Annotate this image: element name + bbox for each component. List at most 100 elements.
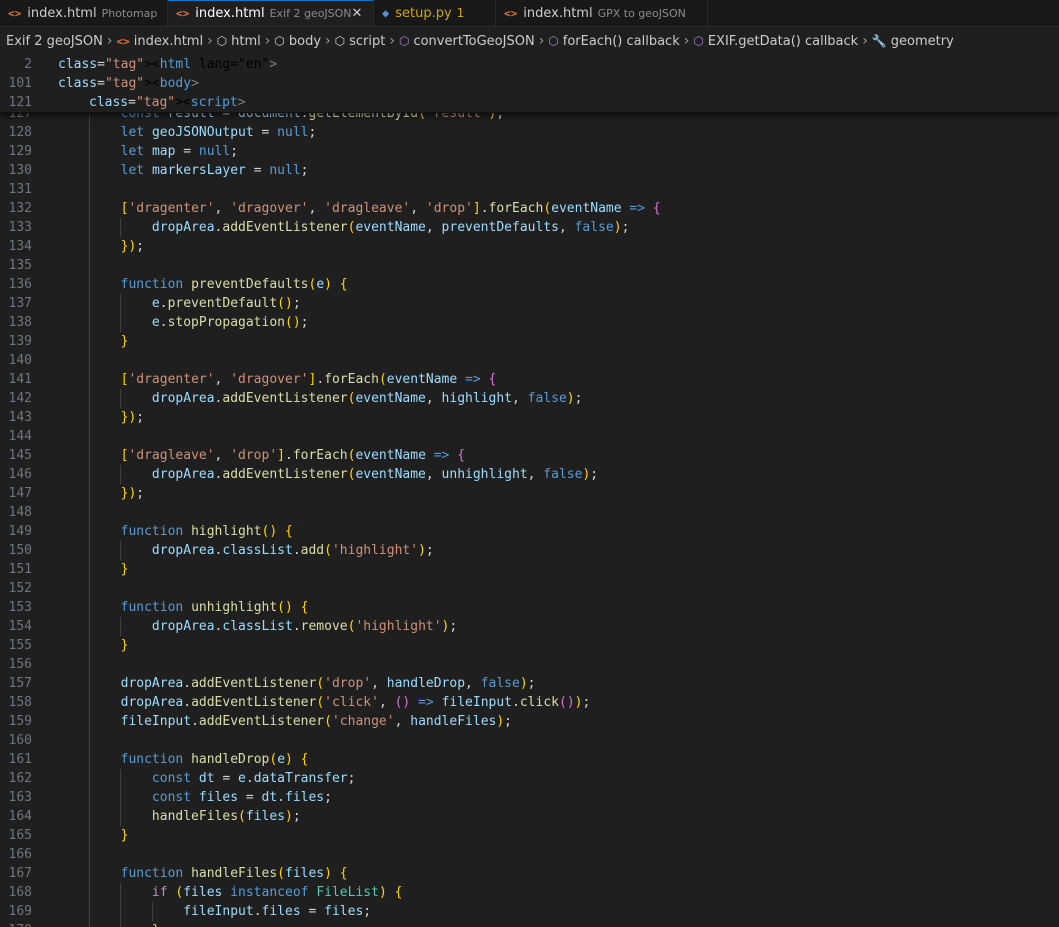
code-line[interactable]: 150 dropArea.classList.add('highlight');	[0, 541, 1059, 560]
code-line[interactable]: 127 const result = document.getElementBy…	[0, 113, 1059, 123]
code-line[interactable]: 129 let map = null;	[0, 142, 1059, 161]
indent-guide	[89, 113, 91, 123]
breadcrumb-callback[interactable]: ⬡ forEach() callback	[548, 34, 679, 49]
line-number: 149	[8, 524, 32, 539]
code-editor[interactable]: 2 class="tag"><html lang="en"> 101 class…	[0, 55, 1059, 927]
code-line[interactable]: 132 ['dragenter', 'dragover', 'dragleave…	[0, 199, 1059, 218]
html-file-icon: <>	[176, 7, 190, 20]
code-line[interactable]: 154 dropArea.classList.remove('highlight…	[0, 617, 1059, 636]
code-text: handleFiles(files);	[58, 807, 301, 826]
line-number: 148	[8, 505, 32, 520]
code-line[interactable]: 157 dropArea.addEventListener('drop', ha…	[0, 674, 1059, 693]
code-line[interactable]: 147 });	[0, 484, 1059, 503]
line-number: 147	[8, 486, 32, 501]
code-line[interactable]: 158 dropArea.addEventListener('click', (…	[0, 693, 1059, 712]
code-line[interactable]: 143 });	[0, 408, 1059, 427]
code-line[interactable]: 133 dropArea.addEventListener(eventName,…	[0, 218, 1059, 237]
code-line[interactable]: 142 dropArea.addEventListener(eventName,…	[0, 389, 1059, 408]
code-line[interactable]: 131	[0, 180, 1059, 199]
indent-guide	[89, 313, 91, 332]
tab-description: Photomap	[101, 6, 158, 20]
breadcrumb-folder[interactable]: Exif 2 geoJSON	[6, 34, 103, 49]
code-line[interactable]: 136 function preventDefaults(e) {	[0, 275, 1059, 294]
sticky-scroll[interactable]: 2 class="tag"><html lang="en"> 101 class…	[0, 55, 1059, 113]
code-line[interactable]: 153 function unhighlight() {	[0, 598, 1059, 617]
breadcrumb-function[interactable]: ⬡ convertToGeoJSON	[399, 34, 535, 49]
sticky-line[interactable]: 121 class="tag"><script>	[0, 93, 1059, 112]
indent-guide	[120, 883, 122, 902]
tab-index-html-photomap[interactable]: <> index.html Photomap	[0, 0, 168, 26]
code-line[interactable]: 139 }	[0, 332, 1059, 351]
code-line[interactable]: 156	[0, 655, 1059, 674]
tab-index-html-gpx-to-geojson[interactable]: <> index.html GPX to geoJSON	[496, 0, 708, 26]
close-icon[interactable]: ✕	[352, 6, 363, 21]
breadcrumb-geometry[interactable]: 🔧 geometry	[872, 34, 954, 49]
indent-guide	[120, 313, 122, 332]
line-number: 2	[24, 57, 32, 72]
indent-guide	[89, 579, 91, 598]
code-line[interactable]: 141 ['dragenter', 'dragover'].forEach(ev…	[0, 370, 1059, 389]
code-line[interactable]: 165 }	[0, 826, 1059, 845]
indent-guide	[89, 845, 91, 864]
chevron-right-icon: ›	[389, 33, 395, 49]
code-line[interactable]: 149 function highlight() {	[0, 522, 1059, 541]
code-line[interactable]: 166	[0, 845, 1059, 864]
code-line[interactable]: 167 function handleFiles(files) {	[0, 864, 1059, 883]
code-line[interactable]: 137 e.preventDefault();	[0, 294, 1059, 313]
code-line[interactable]: 163 const files = dt.files;	[0, 788, 1059, 807]
code-line[interactable]: 161 function handleDrop(e) {	[0, 750, 1059, 769]
line-number: 165	[8, 828, 32, 843]
indent-guide	[89, 427, 91, 446]
code-line[interactable]: 151 }	[0, 560, 1059, 579]
wrench-icon: 🔧	[871, 34, 887, 48]
line-number: 145	[8, 448, 32, 463]
code-line[interactable]: 144	[0, 427, 1059, 446]
code-text: e.preventDefault();	[58, 294, 301, 313]
indent-guide	[89, 712, 91, 731]
code-line[interactable]: 152	[0, 579, 1059, 598]
code-line[interactable]: 170 }	[0, 921, 1059, 927]
breadcrumb-script[interactable]: ⬡ script	[335, 34, 386, 49]
sticky-line[interactable]: 2 class="tag"><html lang="en">	[0, 55, 1059, 74]
code-line[interactable]: 155 }	[0, 636, 1059, 655]
sticky-code: class="tag"><script>	[89, 95, 246, 110]
line-number: 151	[8, 562, 32, 577]
breadcrumb-body[interactable]: ⬡ body	[274, 34, 321, 49]
code-line[interactable]: 134 });	[0, 237, 1059, 256]
code-line[interactable]: 162 const dt = e.dataTransfer;	[0, 769, 1059, 788]
code-line[interactable]: 148	[0, 503, 1059, 522]
code-line[interactable]: 145 ['dragleave', 'drop'].forEach(eventN…	[0, 446, 1059, 465]
code-line[interactable]: 164 handleFiles(files);	[0, 807, 1059, 826]
element-icon: ⬡	[274, 34, 285, 48]
code-line[interactable]: 138 e.stopPropagation();	[0, 313, 1059, 332]
code-text: fileInput.addEventListener('change', han…	[58, 712, 512, 731]
line-number: 152	[8, 581, 32, 596]
code-line[interactable]: 160	[0, 731, 1059, 750]
code-line[interactable]: 135	[0, 256, 1059, 275]
code-line[interactable]: 169 fileInput.files = files;	[0, 902, 1059, 921]
line-number: 150	[8, 543, 32, 558]
code-line[interactable]: 140	[0, 351, 1059, 370]
code-text: let markersLayer = null;	[58, 161, 308, 180]
indent-guide	[89, 826, 91, 845]
code-line[interactable]: 159 fileInput.addEventListener('change',…	[0, 712, 1059, 731]
code-line[interactable]: 146 dropArea.addEventListener(eventName,…	[0, 465, 1059, 484]
tab-setup-py[interactable]: ◆ setup.py 1	[374, 0, 496, 26]
tab-description: GPX to geoJSON	[597, 6, 686, 20]
code-line[interactable]: 130 let markersLayer = null;	[0, 161, 1059, 180]
code-line[interactable]: 168 if (files instanceof FileList) {	[0, 883, 1059, 902]
breadcrumb-exif-callback[interactable]: ⬡ EXIF.getData() callback	[693, 34, 858, 49]
code-area[interactable]: 127 const result = document.getElementBy…	[0, 113, 1059, 927]
indent-guide	[89, 142, 91, 161]
code-text: function preventDefaults(e) {	[58, 275, 348, 294]
sticky-line[interactable]: 101 class="tag"><body>	[0, 74, 1059, 93]
line-number: 161	[8, 752, 32, 767]
tab-index-html-exif-2-geojson[interactable]: <> index.html Exif 2 geoJSON ✕	[168, 0, 374, 26]
breadcrumb-html[interactable]: ⬡ html	[217, 34, 261, 49]
element-icon: ⬡	[334, 34, 346, 48]
code-text: });	[58, 408, 144, 427]
code-text: if (files instanceof FileList) {	[58, 883, 402, 902]
code-line[interactable]: 128 let geoJSONOutput = null;	[0, 123, 1059, 142]
indent-guide	[120, 389, 122, 408]
breadcrumb-file[interactable]: <> index.html	[117, 34, 204, 49]
